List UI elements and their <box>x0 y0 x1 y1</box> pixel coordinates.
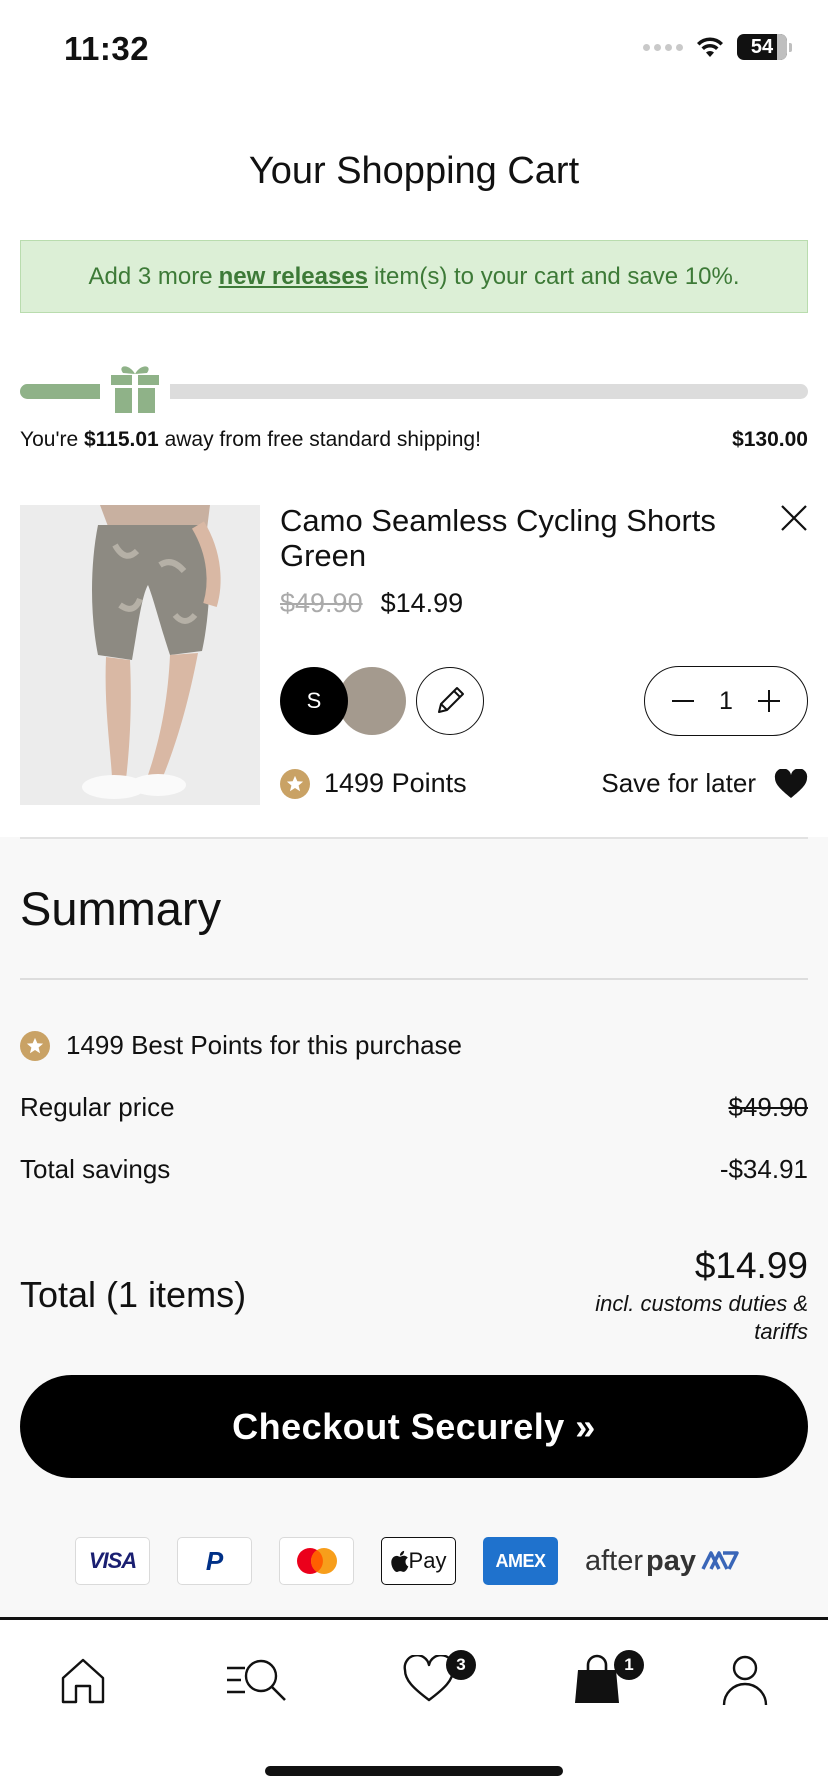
checkout-button[interactable]: Checkout Securely » <box>20 1375 808 1478</box>
afterpay-text-bold: pay <box>646 1544 697 1577</box>
pencil-icon <box>438 687 464 713</box>
cellular-signal-icon <box>643 43 683 51</box>
close-icon <box>781 505 807 531</box>
wifi-icon <box>697 37 723 57</box>
total-savings-label: Total savings <box>20 1154 171 1184</box>
remove-item-button[interactable] <box>776 500 812 536</box>
regular-price-label: Regular price <box>20 1092 175 1122</box>
decrease-quantity-button[interactable] <box>669 687 697 715</box>
save-for-later-button[interactable]: Save for later <box>601 768 808 799</box>
total-savings-row: Total savings -$34.91 <box>20 1154 808 1185</box>
quantity-stepper: 1 <box>644 666 808 736</box>
apple-icon <box>390 1550 408 1572</box>
status-time: 11:32 <box>64 30 150 67</box>
page-title: Your Shopping Cart <box>248 150 580 192</box>
points-star-icon <box>20 1030 50 1061</box>
promo-prefix: Add 3 more <box>88 262 213 290</box>
promo-suffix: item(s) to your cart and save 10%. <box>374 262 740 290</box>
plus-icon <box>758 690 780 712</box>
total-amount: $14.99 <box>694 1245 808 1286</box>
status-bar: 11:32 54 <box>0 0 828 100</box>
heart-icon <box>774 768 808 798</box>
tab-wishlist[interactable]: 3 <box>384 1650 476 1710</box>
quantity-value: 1 <box>719 686 733 715</box>
status-icons: 54 <box>643 34 792 60</box>
new-releases-link[interactable]: new releases <box>219 263 368 291</box>
bag-count-badge: 1 <box>614 1650 644 1680</box>
shipping-prefix: You're <box>20 428 79 451</box>
shipping-progress-fill <box>20 384 111 399</box>
original-price: $49.90 <box>280 588 363 618</box>
gift-icon <box>100 358 170 418</box>
mastercard-logo <box>279 1537 354 1585</box>
tab-bag[interactable]: 1 <box>552 1650 644 1710</box>
tab-account[interactable] <box>710 1650 780 1710</box>
battery-cap <box>789 42 792 52</box>
wishlist-count-badge: 3 <box>446 1650 476 1680</box>
product-name[interactable]: Camo Seamless Cycling Shorts Green <box>280 503 740 573</box>
payment-methods: VISA P Pay AMEX after pay <box>75 1537 741 1585</box>
summary-points-label: 1499 Best Points for this purchase <box>66 1030 463 1060</box>
product-image[interactable] <box>20 505 260 805</box>
summary-points: 1499 Best Points for this purchase <box>20 1030 462 1061</box>
edit-item-button[interactable] <box>416 667 484 735</box>
amex-logo: AMEX <box>483 1537 558 1585</box>
promo-banner: Add 3 more new releases item(s) to your … <box>20 240 808 313</box>
color-swatch[interactable] <box>338 667 406 735</box>
item-points: 1499 Points <box>280 768 467 799</box>
shipping-message: You're $115.01 away from free standard s… <box>20 428 481 452</box>
afterpay-logo: after pay <box>585 1545 741 1578</box>
total-savings-value: -$34.91 <box>719 1154 808 1184</box>
shipping-suffix: away from free standard shipping! <box>164 428 481 451</box>
size-selector[interactable]: S <box>280 667 348 735</box>
order-summary: Summary 1499 Best Points for this purcha… <box>0 837 828 1617</box>
home-indicator[interactable] <box>265 1766 563 1776</box>
save-for-later-label: Save for later <box>601 768 756 798</box>
paypal-logo: P <box>177 1537 252 1585</box>
total-note: incl. customs duties & tariffs <box>595 1291 808 1344</box>
afterpay-text-light: after <box>585 1544 644 1577</box>
minus-icon <box>672 700 694 702</box>
points-star-icon <box>280 768 310 799</box>
afterpay-arrows-icon <box>701 1551 739 1570</box>
increase-quantity-button[interactable] <box>755 687 783 715</box>
shipping-threshold: $130.00 <box>732 428 808 451</box>
item-points-label: 1499 Points <box>324 768 467 798</box>
tab-home[interactable] <box>48 1650 118 1710</box>
price-row: $49.90 $14.99 <box>280 588 463 619</box>
regular-price-value: $49.90 <box>728 1092 808 1122</box>
sale-price: $14.99 <box>380 588 464 618</box>
divider <box>20 837 808 839</box>
summary-title: Summary <box>20 882 222 935</box>
visa-logo: VISA <box>75 1537 150 1585</box>
battery-level: 54 <box>750 35 774 58</box>
total-label: Total (1 items) <box>20 1274 247 1315</box>
divider <box>20 978 808 980</box>
apple-pay-text: Pay <box>408 1548 447 1573</box>
regular-price-row: Regular price $49.90 <box>20 1092 808 1123</box>
user-icon <box>722 1655 768 1706</box>
apple-pay-logo: Pay <box>381 1537 456 1585</box>
battery-icon: 54 <box>737 34 787 60</box>
shipping-remaining-amount: $115.01 <box>83 428 159 451</box>
home-icon <box>61 1658 105 1704</box>
tab-search[interactable] <box>212 1650 302 1710</box>
search-icon <box>227 1659 286 1701</box>
